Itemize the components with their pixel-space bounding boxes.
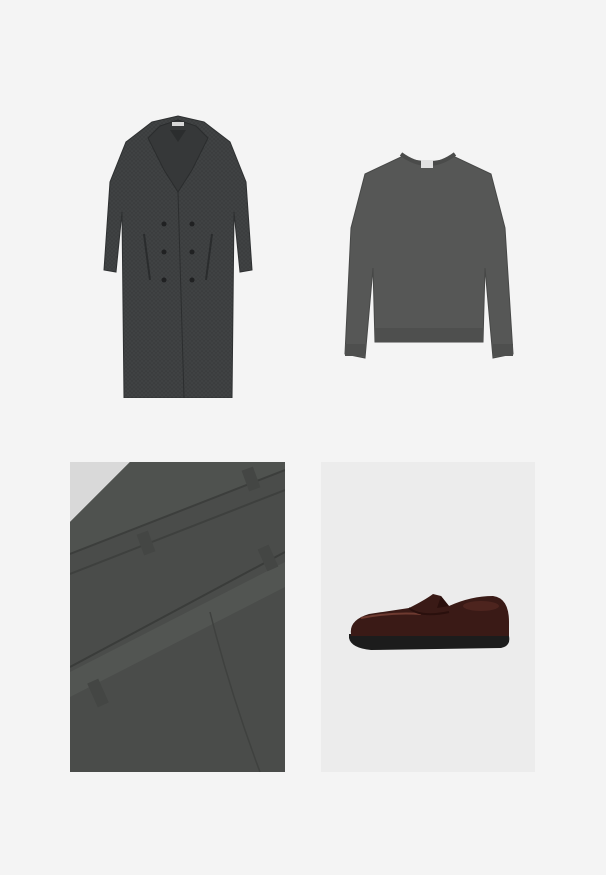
coat-illustration bbox=[103, 115, 253, 398]
coat-image[interactable] bbox=[100, 112, 256, 398]
loafer-image[interactable] bbox=[321, 462, 535, 772]
sweater-illustration bbox=[344, 152, 514, 359]
loafer-illustration bbox=[321, 462, 535, 772]
trousers-illustration bbox=[70, 462, 285, 772]
sweater-image[interactable] bbox=[341, 148, 515, 364]
trousers-image[interactable] bbox=[70, 462, 285, 772]
